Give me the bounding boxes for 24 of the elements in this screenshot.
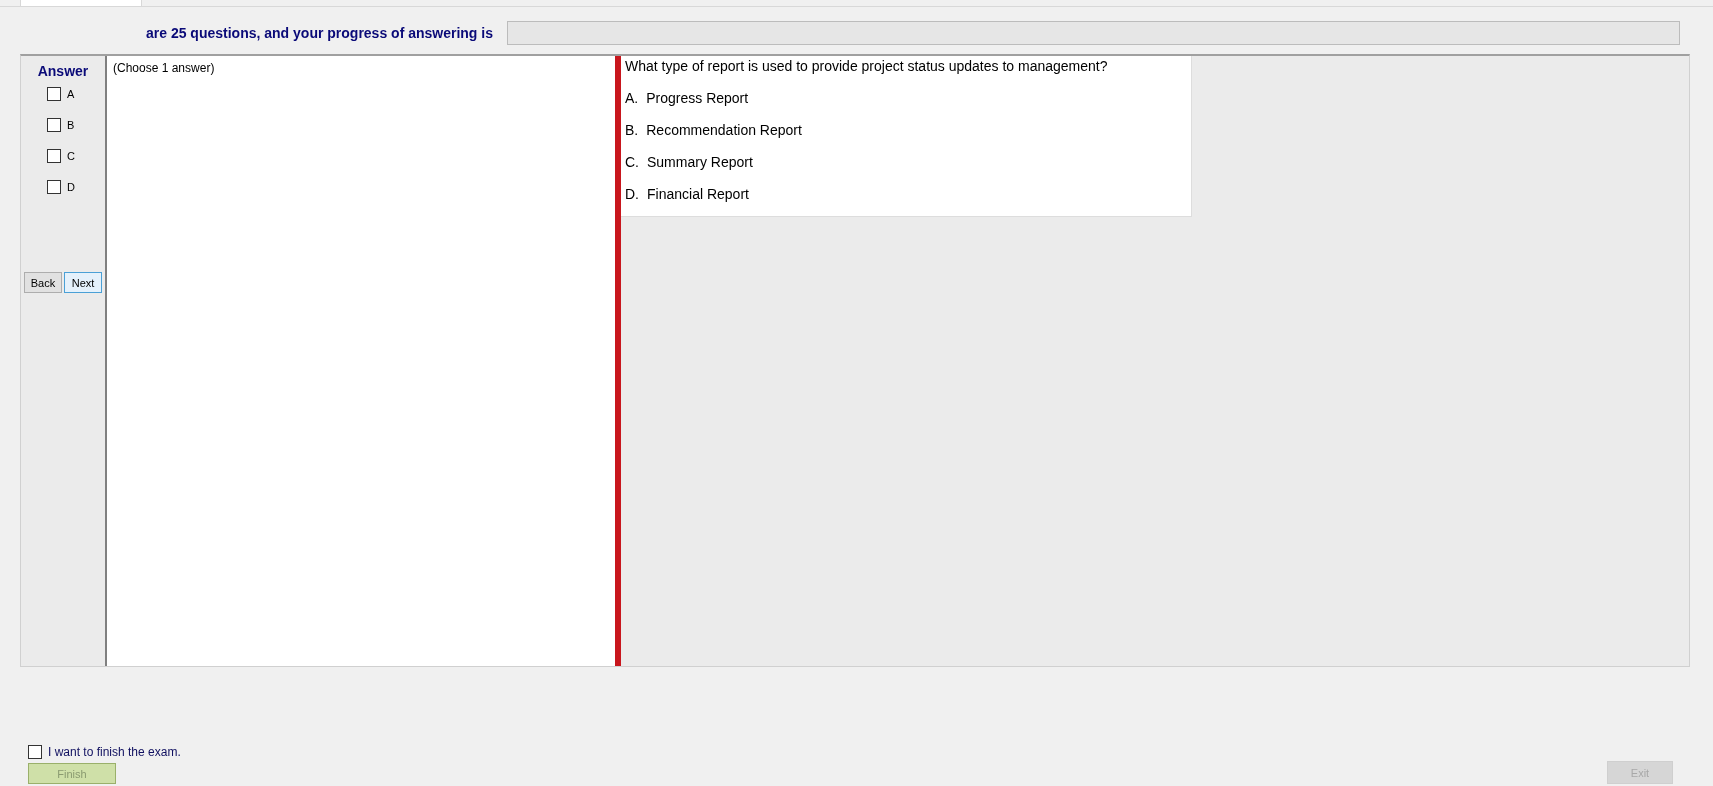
option-label: C xyxy=(67,150,75,162)
instruction-text: (Choose 1 answer) xyxy=(105,56,615,666)
choice-letter: B. xyxy=(625,122,639,138)
option-label: A xyxy=(67,88,75,100)
choice-text: Financial Report xyxy=(647,186,749,202)
choice-text: Recommendation Report xyxy=(646,122,802,138)
choice-text: Summary Report xyxy=(647,154,753,170)
checkbox[interactable] xyxy=(47,180,61,194)
finish-label: I want to finish the exam. xyxy=(48,745,181,759)
choice-letter: D. xyxy=(625,186,639,202)
checkbox[interactable] xyxy=(47,87,61,101)
option-label: B xyxy=(67,119,75,131)
choice-letter: A. xyxy=(625,90,639,106)
choice-letter: C. xyxy=(625,154,639,170)
nav-button[interactable]: Back xyxy=(24,272,62,293)
nav-button[interactable]: Next xyxy=(64,272,102,293)
checkbox[interactable] xyxy=(47,149,61,163)
checkbox[interactable] xyxy=(28,745,42,759)
option-label: D xyxy=(67,181,75,193)
question-text: What type of report is used to provide project status updates to management? xyxy=(625,58,1109,74)
answer-heading: Answer xyxy=(37,63,89,79)
checkbox[interactable] xyxy=(47,118,61,132)
choice-text: Progress Report xyxy=(646,90,749,106)
progress-label: are 25 questions, and your progress of answering is xyxy=(146,25,493,41)
